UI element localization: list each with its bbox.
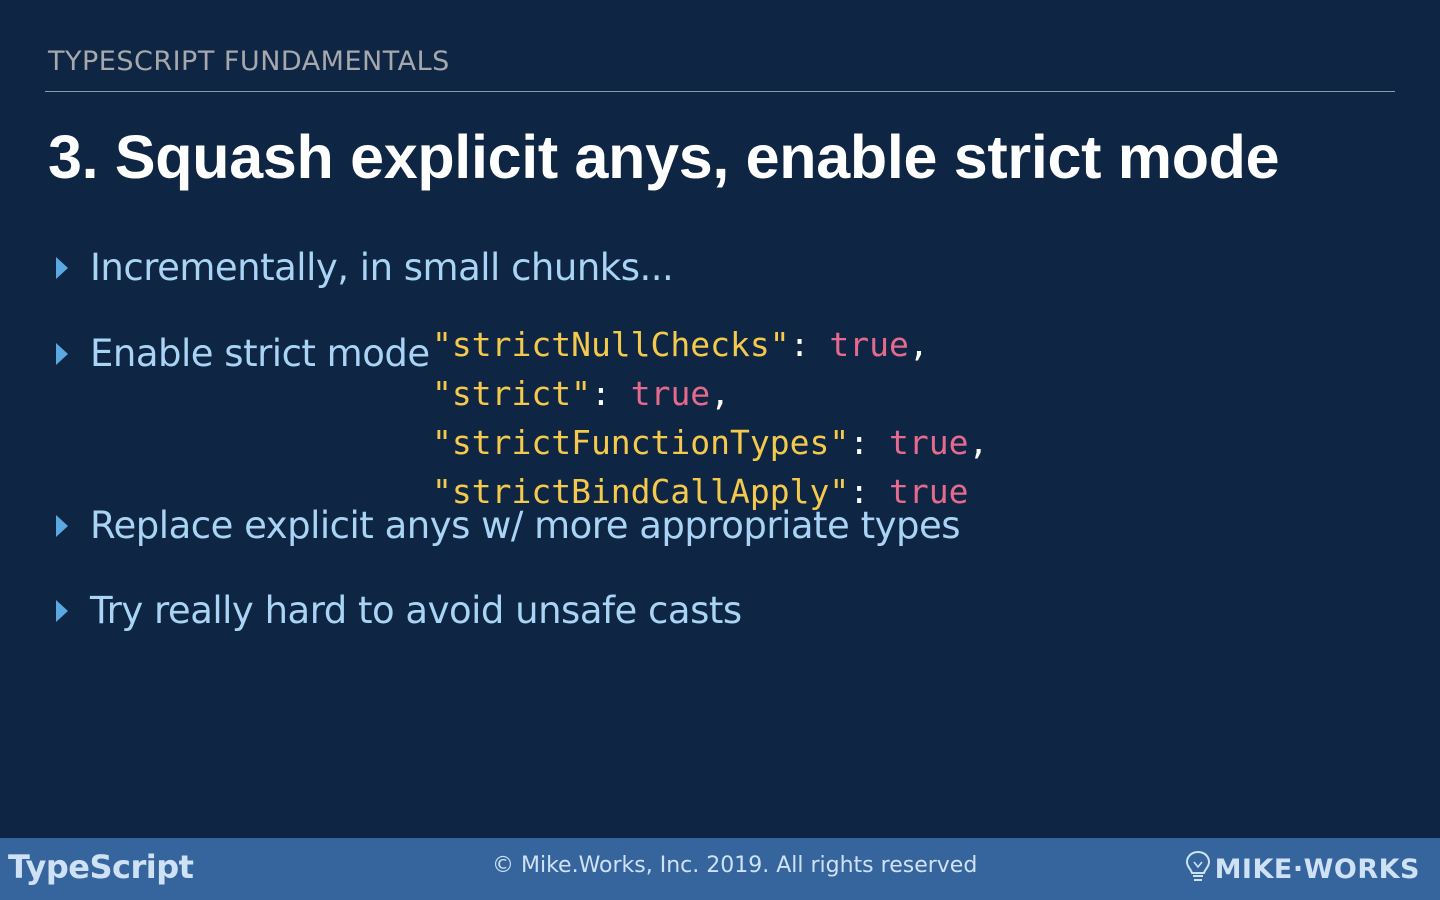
- slide-title: 3. Squash explicit anys, enable strict m…: [48, 123, 1280, 191]
- bullet-item: Try really hard to avoid unsafe casts: [56, 589, 742, 632]
- mike-works-logo: MIKE·WORKS: [1185, 850, 1420, 888]
- code-value: true: [829, 325, 909, 364]
- bullet-item: Enable strict mode: [56, 332, 430, 375]
- bullet-arrow-icon: [56, 599, 68, 622]
- bullet-item: Incrementally, in small chunks...: [56, 246, 674, 289]
- code-block: "strictNullChecks": true, "strict": true,…: [432, 320, 988, 516]
- code-separator: :: [849, 423, 889, 462]
- code-separator: :: [590, 374, 631, 413]
- code-line: "strictNullChecks": true,: [432, 320, 988, 369]
- bullet-text: Enable strict mode: [90, 332, 430, 375]
- bullet-arrow-icon: [56, 342, 68, 365]
- code-key: "strictFunctionTypes": [432, 423, 850, 462]
- footer-bar: TypeScript © Mike.Works, Inc. 2019. All …: [0, 838, 1440, 900]
- slide: TYPESCRIPT FUNDAMENTALS 3. Squash explic…: [0, 0, 1440, 900]
- bullet-arrow-icon: [56, 514, 68, 537]
- bullet-arrow-icon: [56, 256, 68, 279]
- code-trail: ,: [710, 374, 731, 413]
- copyright-text: © Mike.Works, Inc. 2019. All rights rese…: [492, 853, 978, 878]
- code-value: true: [888, 423, 969, 462]
- lightbulb-icon: [1185, 850, 1211, 888]
- code-separator: :: [789, 325, 830, 364]
- code-value: true: [630, 374, 711, 413]
- header-divider: [45, 91, 1395, 92]
- code-line: "strictFunctionTypes": true,: [432, 418, 988, 467]
- code-trail: ,: [968, 423, 989, 462]
- typescript-logo: TypeScript: [8, 848, 194, 886]
- code-key: "strict": [432, 374, 591, 413]
- bullet-text: Incrementally, in small chunks...: [90, 246, 674, 289]
- code-key: "strictNullChecks": [432, 325, 790, 364]
- code-trail: ,: [908, 325, 929, 364]
- bullet-text: Replace explicit anys w/ more appropriat…: [90, 504, 961, 547]
- code-line: "strict": true,: [432, 369, 988, 418]
- bullet-text: Try really hard to avoid unsafe casts: [90, 589, 742, 632]
- mike-works-logo-text: MIKE·WORKS: [1214, 853, 1420, 885]
- section-label: TYPESCRIPT FUNDAMENTALS: [48, 46, 450, 77]
- bullet-item: Replace explicit anys w/ more appropriat…: [56, 504, 961, 547]
